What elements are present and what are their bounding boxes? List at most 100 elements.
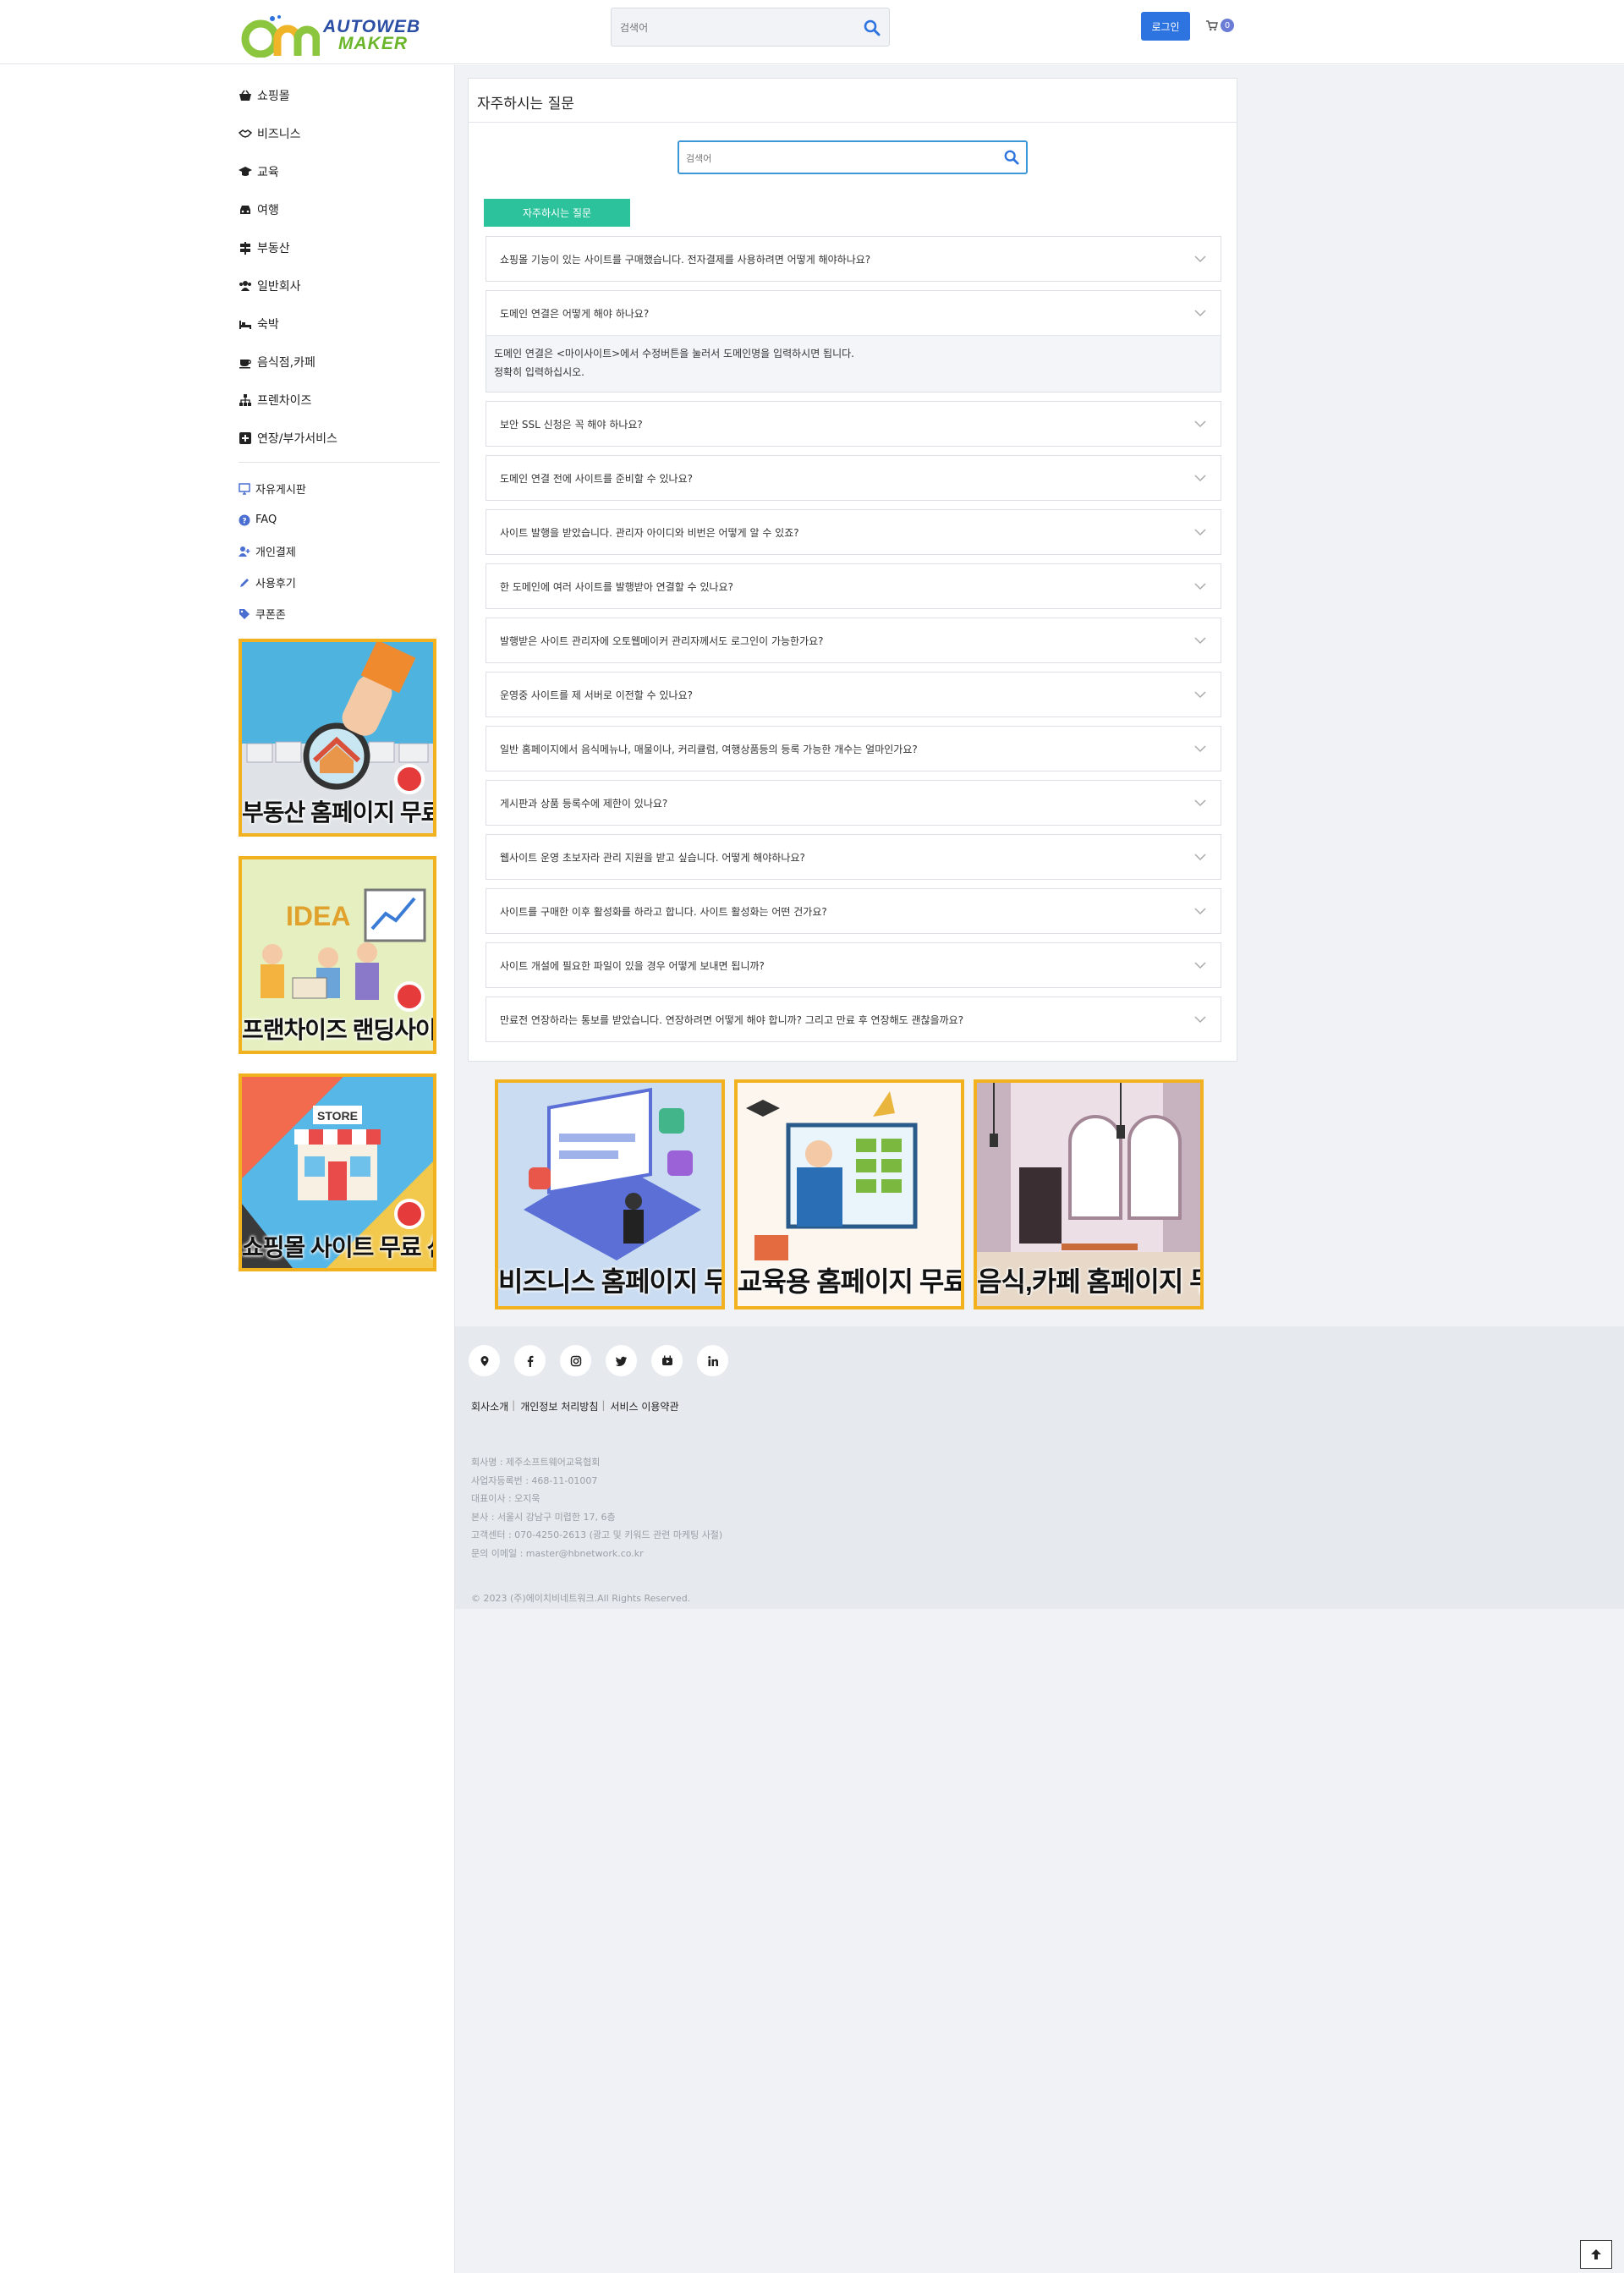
sidebar-item-label: 숙박	[257, 317, 279, 332]
footer-links: 회사소개 | 개인정보 처리방침 | 서비스 이용약관	[471, 1399, 679, 1414]
sidebar-link-payment[interactable]: 개인결제	[239, 535, 440, 567]
sidebar-item-extension[interactable]: 연장/부가서비스	[239, 419, 440, 457]
banner-business[interactable]: 비즈니스 홈페이지 무료 신청	[495, 1079, 725, 1309]
coffee-icon	[239, 359, 251, 368]
tab-faq[interactable]: 자주하시는 질문	[484, 199, 630, 227]
company-info: 회사명 : 제주소프트웨어교육협회 사업자등록번 : 468-11-01007 …	[471, 1453, 722, 1563]
sidebar-link-board[interactable]: 자유게시판	[239, 473, 440, 504]
sidebar-item-education[interactable]: 교육	[239, 152, 440, 190]
social-linkedin[interactable]	[697, 1345, 728, 1376]
pencil-icon	[240, 578, 249, 587]
sidebar-item-label: 일반회사	[257, 279, 301, 294]
banner-franchise[interactable]: IDEA 프랜차이즈 랜딩사이트 신청	[239, 856, 436, 1054]
plus-square-icon	[239, 431, 251, 444]
faq-item[interactable]: 게시판과 상품 등록수에 제한이 있나요?	[486, 780, 1221, 826]
scroll-top-button[interactable]	[1580, 2240, 1612, 2269]
social-instagram[interactable]	[560, 1345, 591, 1376]
sidebar-item-lodging[interactable]: 숙박	[239, 305, 440, 343]
click-cursor-icon	[394, 1199, 425, 1229]
footer-link-privacy[interactable]: 개인정보 처리방침	[520, 1399, 598, 1414]
sidebar-link-coupons[interactable]: 쿠폰존	[239, 598, 440, 629]
user-plus-icon	[239, 546, 250, 557]
chevron-down-icon	[1194, 529, 1206, 536]
faq-item[interactable]: 보안 SSL 신청은 꼭 해야 하나요?	[486, 401, 1221, 447]
login-button[interactable]: 로그인	[1141, 12, 1190, 41]
sidebar-item-franchise[interactable]: 프렌차이즈	[239, 381, 440, 419]
faq-item[interactable]: 일반 홈페이지에서 음식메뉴나, 매물이나, 커리큘럼, 여행상품등의 등록 가…	[486, 726, 1221, 771]
banner-restaurant[interactable]: 음식,카페 홈페이지 무료 신청	[974, 1079, 1204, 1309]
site-logo[interactable]: AUTOWEB MAKER	[239, 14, 420, 58]
faq-item[interactable]: 사이트 발행을 받았습니다. 관리자 아이디와 비번은 어떻게 알 수 있죠?	[486, 509, 1221, 555]
sidebar-link-reviews[interactable]: 사용후기	[239, 567, 440, 598]
search-icon[interactable]	[864, 19, 881, 36]
cart-link[interactable]: 0	[1206, 19, 1234, 32]
banner-realestate[interactable]: 부동산 홈페이지 무료 신청	[239, 639, 436, 837]
banner-caption: 쇼핑몰 사이트 무료 신청	[242, 1234, 433, 1260]
handshake-icon	[239, 129, 252, 138]
svg-text:IDEA: IDEA	[286, 901, 350, 931]
faq-question: 사이트를 구매한 이후 활성화를 하라고 합니다. 사이트 활성화는 어떤 건가…	[500, 905, 827, 918]
chevron-down-icon	[1194, 583, 1206, 590]
instagram-icon	[570, 1355, 581, 1366]
sidebar-item-company[interactable]: 일반회사	[239, 266, 440, 305]
header-search-input[interactable]	[620, 19, 848, 37]
faq-item[interactable]: 만료전 연장하라는 통보를 받았습니다. 연장하려면 어떻게 해야 합니까? 그…	[486, 996, 1221, 1042]
sidebar-divider	[239, 462, 440, 463]
chevron-down-icon	[1194, 691, 1206, 699]
social-twitter[interactable]	[606, 1345, 637, 1376]
faq-item[interactable]: 한 도메인에 여러 사이트를 발행받아 연결할 수 있나요?	[486, 563, 1221, 609]
twitter-icon	[615, 1356, 627, 1366]
footer-link-terms[interactable]: 서비스 이용약관	[610, 1399, 678, 1414]
svg-text:?: ?	[242, 517, 246, 525]
sidebar-item-business[interactable]: 비즈니스	[239, 114, 440, 152]
banner-caption: 음식,카페 홈페이지 무료 신청	[977, 1266, 1200, 1297]
faq-question: 한 도메인에 여러 사이트를 발행받아 연결할 수 있나요?	[500, 580, 733, 593]
users-icon	[239, 280, 251, 291]
faq-item[interactable]: 웹사이트 운영 초보자라 관리 지원을 받고 싶습니다. 어떻게 해야하나요?	[486, 834, 1221, 880]
faq-item[interactable]: 쇼핑몰 기능이 있는 사이트를 구매했습니다. 전자결제를 사용하려면 어떻게 …	[486, 236, 1221, 282]
site-footer: 회사소개 | 개인정보 처리방침 | 서비스 이용약관 회사명 : 제주소프트웨어교…	[455, 1326, 1624, 1609]
social-location[interactable]	[469, 1345, 500, 1376]
sidebar-item-shopping[interactable]: 쇼핑몰	[239, 76, 440, 114]
sidebar: 쇼핑몰 비즈니스 교육 여행 부동산 일반회사 숙박 음식점,카페 프렌차이즈 …	[239, 76, 440, 629]
search-icon[interactable]	[1004, 150, 1019, 165]
faq-item[interactable]: 운영중 사이트를 제 서버로 이전할 수 있나요?	[486, 672, 1221, 717]
signpost-icon	[240, 241, 250, 255]
footer-link-about[interactable]: 회사소개	[471, 1399, 508, 1414]
faq-item[interactable]: 도메인 연결 전에 사이트를 준비할 수 있나요?	[486, 455, 1221, 501]
faq-item[interactable]: 사이트 개설에 필요한 파일이 있을 경우 어떻게 보내면 됩니까?	[486, 942, 1221, 988]
chevron-down-icon	[1194, 908, 1206, 915]
basket-icon	[239, 90, 251, 101]
faq-search-input[interactable]	[686, 150, 990, 167]
company-info-line: 대표이사 : 오지욱	[471, 1493, 540, 1505]
cart-count-badge: 0	[1221, 19, 1234, 32]
sidebar-link-faq[interactable]: ? FAQ	[239, 504, 440, 535]
banner-shopping[interactable]: STORE 쇼핑몰 사이트 무료 신청	[239, 1073, 436, 1271]
chevron-down-icon	[1194, 255, 1206, 263]
site-header: AUTOWEB MAKER 로그인 0	[0, 0, 1624, 64]
faq-question: 발행받은 사이트 관리자에 오토웹메이커 관리자께서도 로그인이 가능한가요?	[500, 634, 824, 647]
company-info-line: 사업자등록번 : 468-11-01007	[471, 1474, 598, 1486]
sidebar-item-label: 쇼핑몰	[257, 89, 290, 103]
faq-item[interactable]: 사이트를 구매한 이후 활성화를 하라고 합니다. 사이트 활성화는 어떤 건가…	[486, 888, 1221, 934]
social-facebook[interactable]	[514, 1345, 546, 1376]
sidebar-item-label: 교육	[257, 165, 279, 179]
chevron-down-icon	[1194, 637, 1206, 645]
sidebar-item-restaurant[interactable]: 음식점,카페	[239, 343, 440, 381]
banner-education[interactable]: 교육용 홈페이지 무료 신청	[734, 1079, 964, 1309]
chevron-down-icon	[1194, 745, 1206, 753]
graduation-cap-icon	[239, 166, 252, 176]
sidebar-item-travel[interactable]: 여행	[239, 190, 440, 228]
sitemap-icon	[239, 393, 251, 406]
question-circle-icon: ?	[239, 514, 250, 525]
faq-item[interactable]: 발행받은 사이트 관리자에 오토웹메이커 관리자께서도 로그인이 가능한가요?	[486, 618, 1221, 663]
banner-caption: 비즈니스 홈페이지 무료 신청	[498, 1266, 721, 1297]
social-youtube[interactable]	[651, 1345, 683, 1376]
sidebar-item-realestate[interactable]: 부동산	[239, 228, 440, 266]
faq-list: 쇼핑몰 기능이 있는 사이트를 구매했습니다. 전자결제를 사용하려면 어떻게 …	[486, 236, 1221, 1051]
faq-question: 게시판과 상품 등록수에 제한이 있나요?	[500, 797, 668, 810]
sidebar-item-label: 음식점,카페	[257, 355, 315, 370]
chevron-down-icon	[1194, 420, 1206, 428]
faq-panel: 자주하시는 질문 자주하시는 질문 쇼핑몰 기능이 있는 사이트를 구매했습니다…	[468, 78, 1237, 1062]
faq-item-expanded[interactable]: 도메인 연결은 어떻게 해야 하나요? 도메인 연결은 <마이사이트>에서 수정…	[486, 290, 1221, 393]
